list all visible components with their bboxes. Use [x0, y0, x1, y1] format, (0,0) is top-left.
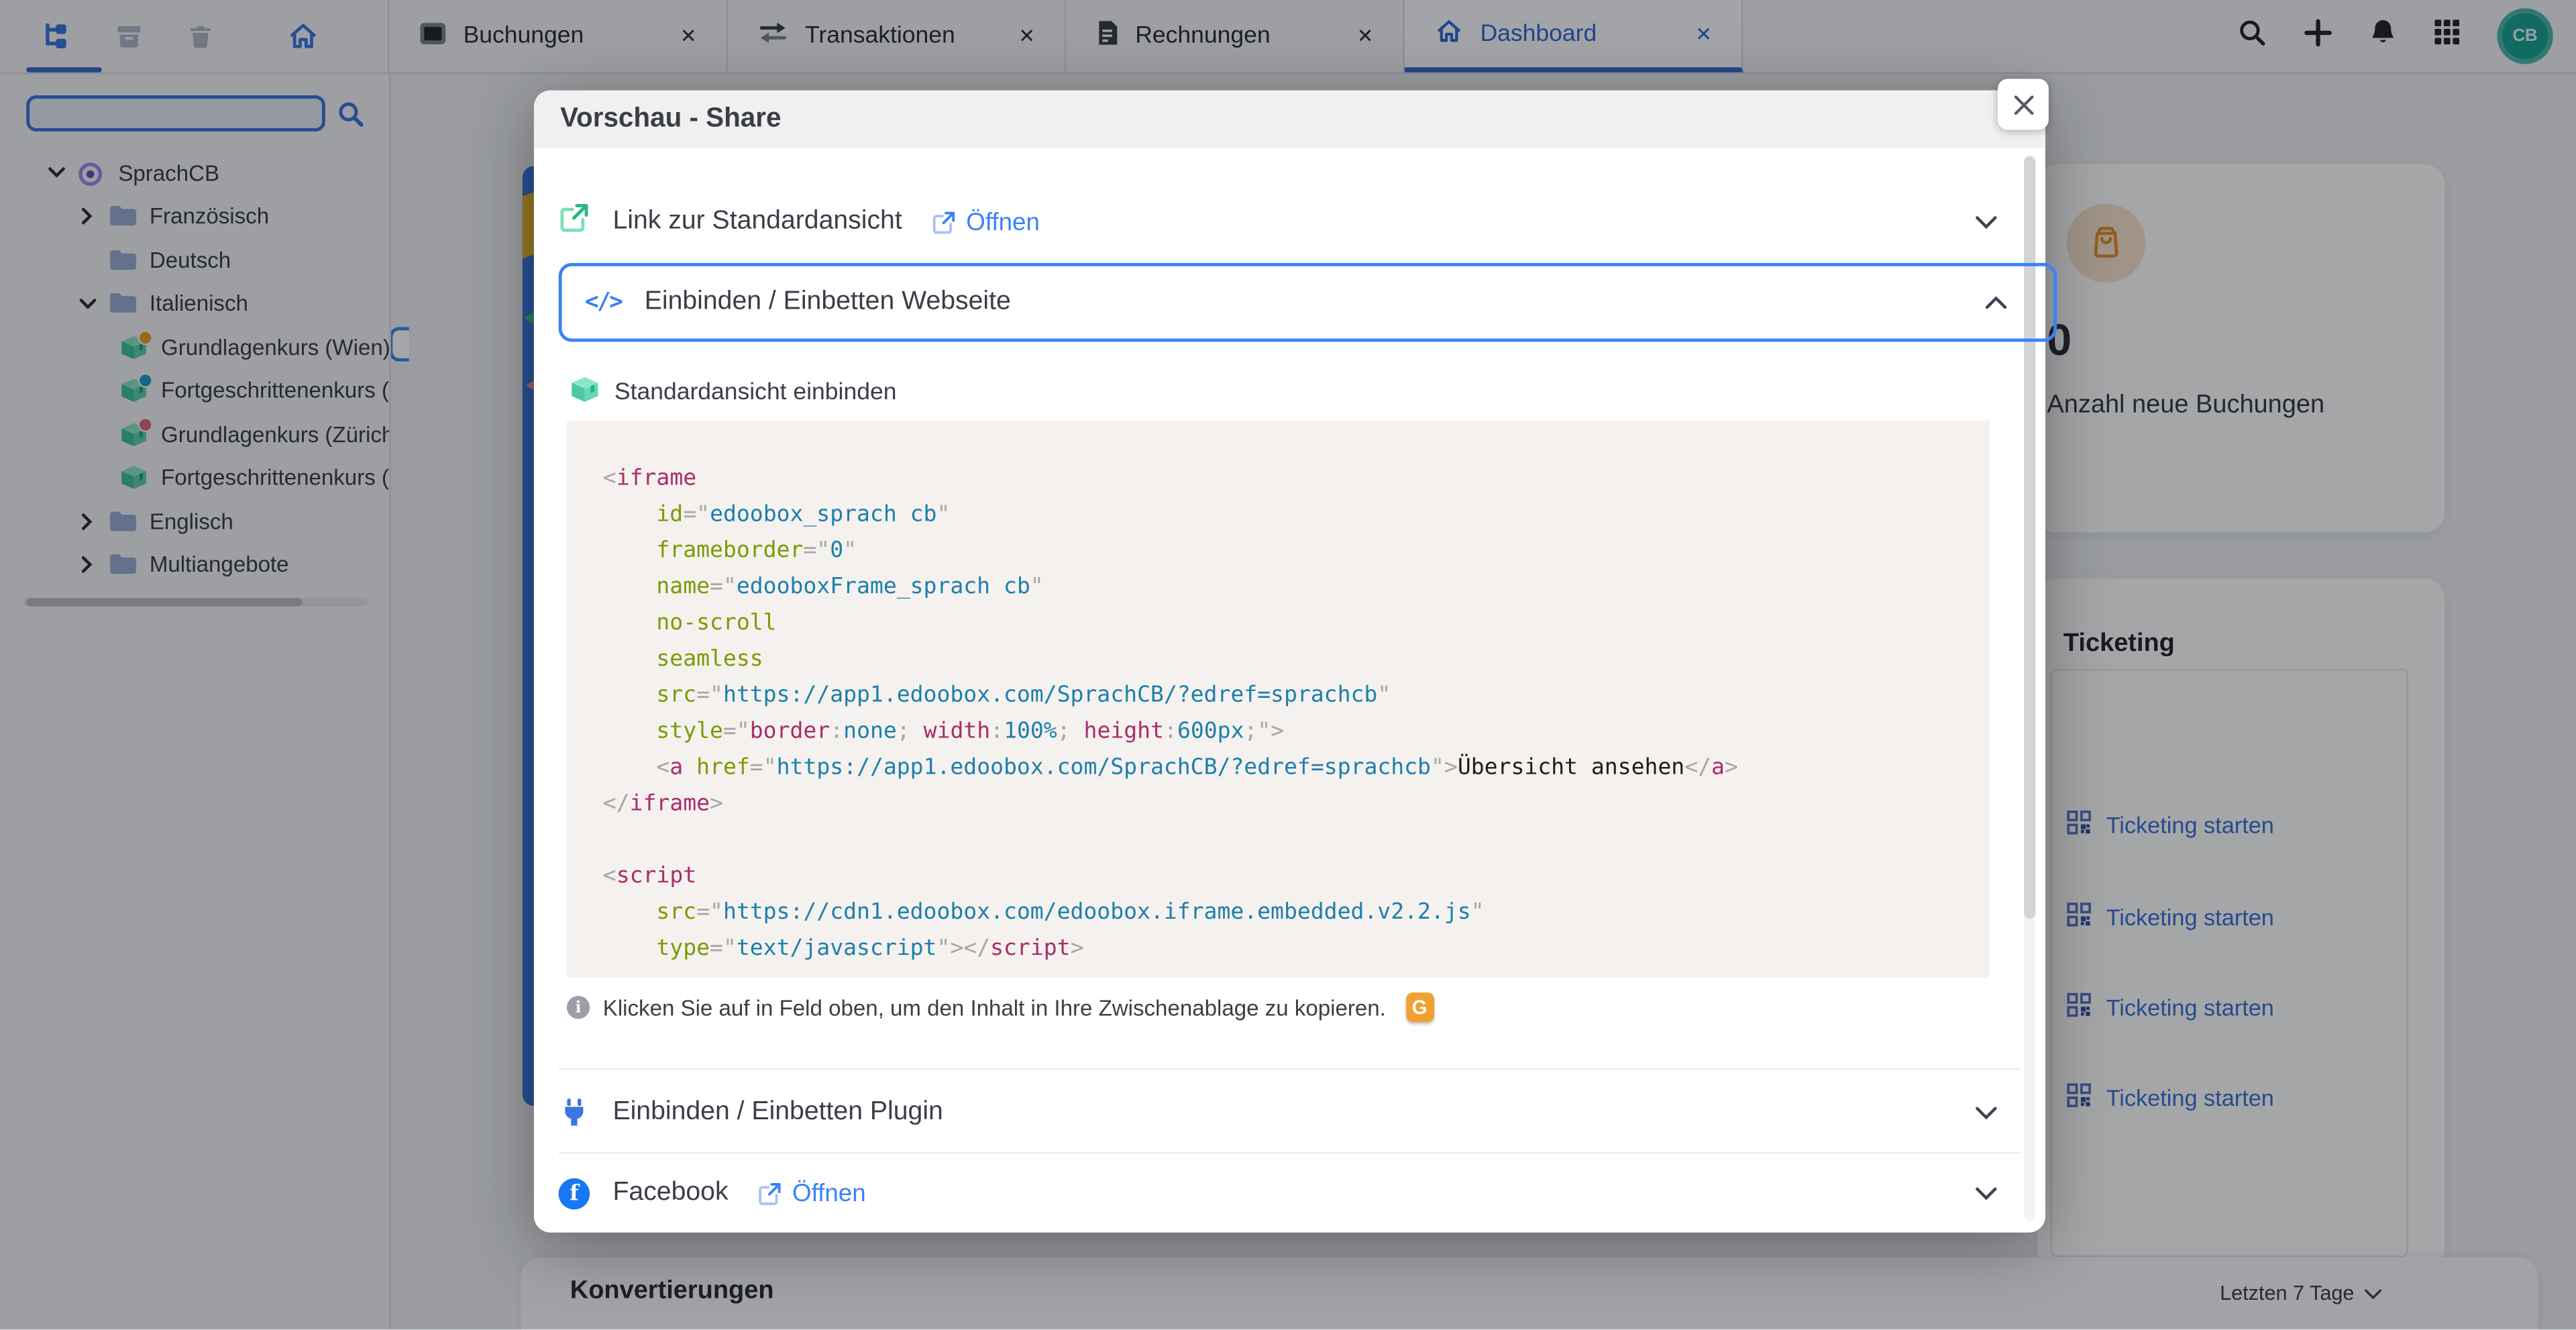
- embed-section-label: Standardansicht einbinden: [570, 376, 897, 409]
- chevron-up-icon: [1984, 295, 2007, 310]
- info-icon: i: [567, 996, 590, 1019]
- plug-icon: [559, 1098, 590, 1127]
- accordion-label: Facebook: [612, 1178, 728, 1208]
- chevron-down-icon: [1975, 1186, 1998, 1200]
- external-link-icon: [758, 1181, 783, 1206]
- modal-title: Vorschau - Share: [560, 103, 781, 135]
- open-standard-view-link[interactable]: Öffnen: [932, 208, 1040, 236]
- modal-close-button[interactable]: [1998, 79, 2049, 130]
- share-preview-modal: Vorschau - Share Link zur Standardansich…: [534, 91, 2045, 1233]
- accordion-row-standard-link[interactable]: Link zur Standardansicht Öffnen: [559, 186, 2021, 258]
- external-link-icon: [932, 209, 957, 234]
- code-line: <a href="https://app1.edoobox.com/Sprach…: [603, 750, 1953, 786]
- code-line: </iframe>: [603, 786, 1953, 822]
- code-line: id="edoobox_sprach cb": [603, 497, 1953, 533]
- chevron-down-icon: [1975, 215, 1998, 229]
- code-line: frameborder="0": [603, 532, 1953, 568]
- open-facebook-link[interactable]: Öffnen: [758, 1179, 866, 1207]
- facebook-icon: f: [559, 1178, 590, 1209]
- code-line: src="https://app1.edoobox.com/SprachCB/?…: [603, 677, 1953, 713]
- package-icon: [570, 376, 600, 409]
- code-line: type="text/javascript"></script>: [603, 930, 1953, 966]
- modal-header: Vorschau - Share: [534, 91, 2045, 148]
- code-line: [603, 821, 1953, 858]
- embed-code-field[interactable]: <iframe id="edoobox_sprach cb" framebord…: [567, 421, 1990, 978]
- code-line: seamless: [603, 641, 1953, 677]
- accordion-row-facebook[interactable]: f Facebook Öffnen: [559, 1159, 2021, 1228]
- code-line: name="edooboxFrame_sprach cb": [603, 568, 1953, 605]
- code-line: no-scroll: [603, 605, 1953, 641]
- code-icon: </>: [585, 289, 622, 315]
- accordion-label: Einbinden / Einbetten Plugin: [612, 1098, 943, 1127]
- code-line: src="https://cdn1.edoobox.com/edoobox.if…: [603, 894, 1953, 930]
- accordion-row-embed-webseite[interactable]: </> Einbinden / Einbetten Webseite: [559, 263, 2057, 342]
- clipboard-info: i Klicken Sie auf in Feld oben, um den I…: [567, 992, 1434, 1022]
- chevron-down-icon: [1975, 1105, 1998, 1120]
- accordion-label: Link zur Standardansicht: [612, 207, 902, 237]
- code-line: <iframe: [603, 460, 1953, 497]
- divider: [559, 1068, 2021, 1070]
- code-line: <script: [603, 858, 1953, 894]
- grammar-extension-badge[interactable]: G: [1405, 992, 1434, 1022]
- code-line: style="border:none; width:100%; height:6…: [603, 713, 1953, 750]
- external-link-green-icon: [559, 202, 590, 242]
- app-root: Buchungen✕Transaktionen✕Rechnungen✕Dashb…: [0, 0, 2576, 1330]
- divider: [559, 1152, 2021, 1154]
- close-icon: [2012, 93, 2035, 115]
- accordion-row-embed-plugin[interactable]: Einbinden / Einbetten Plugin: [559, 1076, 2021, 1149]
- accordion-label: Einbinden / Einbetten Webseite: [645, 288, 1011, 317]
